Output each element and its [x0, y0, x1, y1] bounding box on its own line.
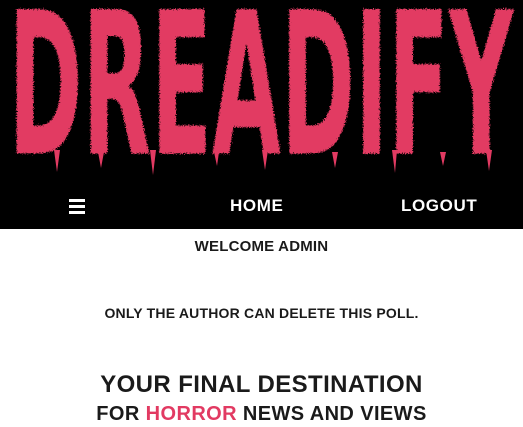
welcome-message: WELCOME ADMIN [194, 238, 329, 255]
tagline-line-2: FOR HORROR NEWS AND VIEWS [0, 403, 523, 426]
tagline-prefix: FOR [96, 403, 146, 425]
tagline-line-1: YOUR FINAL DESTINATION [100, 371, 423, 398]
site-header: DREADIFY HOME LOGOUT [0, 0, 523, 229]
tagline-accent-horror: HORROR [145, 403, 237, 425]
nav-home-link[interactable]: HOME [230, 196, 283, 216]
permission-notice: ONLY THE AUTHOR CAN DELETE THIS POLL. [104, 305, 419, 321]
hamburger-icon[interactable] [67, 196, 87, 216]
logo-text: DREADIFY [8, 0, 514, 180]
dreadify-logo[interactable]: DREADIFY [0, 0, 523, 180]
nav-logout-link[interactable]: LOGOUT [401, 196, 477, 216]
tagline-suffix: NEWS AND VIEWS [236, 403, 427, 425]
logo-svg: DREADIFY [8, 0, 514, 180]
main-nav: HOME LOGOUT [0, 188, 523, 224]
